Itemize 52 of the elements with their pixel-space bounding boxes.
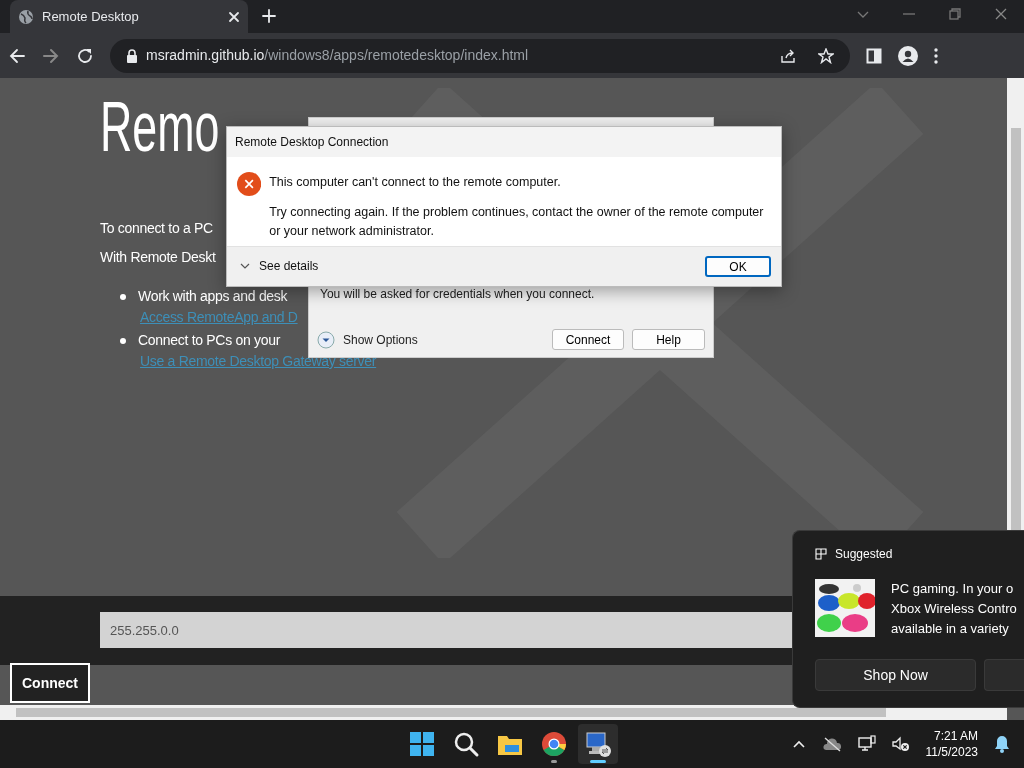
chrome-icon[interactable] [540, 730, 568, 758]
reload-icon[interactable] [76, 46, 94, 65]
globe-icon [18, 8, 34, 25]
share-icon[interactable] [780, 47, 796, 64]
clock[interactable]: 7:21 AM 11/5/2023 [925, 727, 978, 761]
see-details-toggle[interactable]: See details [259, 257, 319, 276]
back-icon[interactable] [8, 46, 26, 65]
paragraph: With Remote Deskt [100, 248, 216, 267]
menu-icon[interactable] [934, 47, 938, 64]
url-text: msradmin.github.io/windows8/apps/remotedesktop/index.html [146, 46, 530, 65]
notification-text: available in a variety [891, 620, 1010, 638]
bullet-icon [120, 293, 126, 300]
search-icon[interactable] [452, 730, 480, 758]
dialog-title: Remote Desktop Connection [235, 133, 389, 151]
cloud-off-icon[interactable] [821, 736, 842, 752]
paragraph: To connect to a PC [100, 219, 213, 238]
taskbar-button[interactable] [578, 724, 618, 764]
forward-icon[interactable] [42, 46, 60, 65]
grid-icon [815, 548, 827, 560]
notification-header: Suggested [835, 546, 893, 563]
error-detail: Try connecting again. If the problem continues, contact the owner of the remote computer or your network administrator. [269, 204, 765, 241]
start-icon[interactable] [408, 730, 436, 758]
ok-button[interactable]: OK [705, 255, 771, 277]
connect-button[interactable]: Connect [10, 663, 90, 703]
close-icon[interactable] [994, 7, 1008, 21]
network-icon[interactable] [857, 735, 876, 753]
notification-text: PC gaming. In your o [891, 580, 1015, 598]
tab-title: Remote Desktop [42, 7, 140, 26]
horizontal-scrollbar[interactable] [0, 705, 1007, 720]
computer-icon[interactable] [584, 730, 612, 758]
browser-tab[interactable]: Remote Desktop [10, 0, 248, 33]
side-panel-icon[interactable] [866, 47, 882, 64]
new-tab-icon[interactable] [262, 9, 276, 23]
page-heading: Remo [100, 92, 220, 162]
profile-icon[interactable] [898, 45, 918, 66]
list-item-text: Work with apps and desk [138, 287, 288, 306]
bell-icon[interactable] [994, 735, 1010, 753]
lock-icon [126, 48, 138, 63]
restore-icon[interactable] [948, 7, 962, 21]
list-item-text: Connect to PCs on your [138, 331, 281, 350]
dialog-text: You will be asked for credentials when you connect. [319, 286, 595, 303]
speaker-muted-icon[interactable] [891, 736, 910, 752]
show-options-link[interactable]: Show Options [343, 330, 418, 349]
star-icon[interactable] [818, 47, 834, 64]
connect-button[interactable]: Connect [552, 329, 624, 350]
notification-text: Xbox Wireless Contro [891, 600, 1017, 618]
shop-now-button[interactable]: Shop Now [815, 659, 977, 691]
help-button[interactable]: Help [632, 329, 705, 350]
error-message: This computer can't connect to the remote computer. [269, 173, 562, 191]
bullet-icon [120, 337, 126, 344]
address-field[interactable]: 255.255.0.0 [100, 612, 792, 648]
address-bar[interactable]: msradmin.github.io/windows8/apps/remotedesktop/index.html [110, 38, 850, 73]
